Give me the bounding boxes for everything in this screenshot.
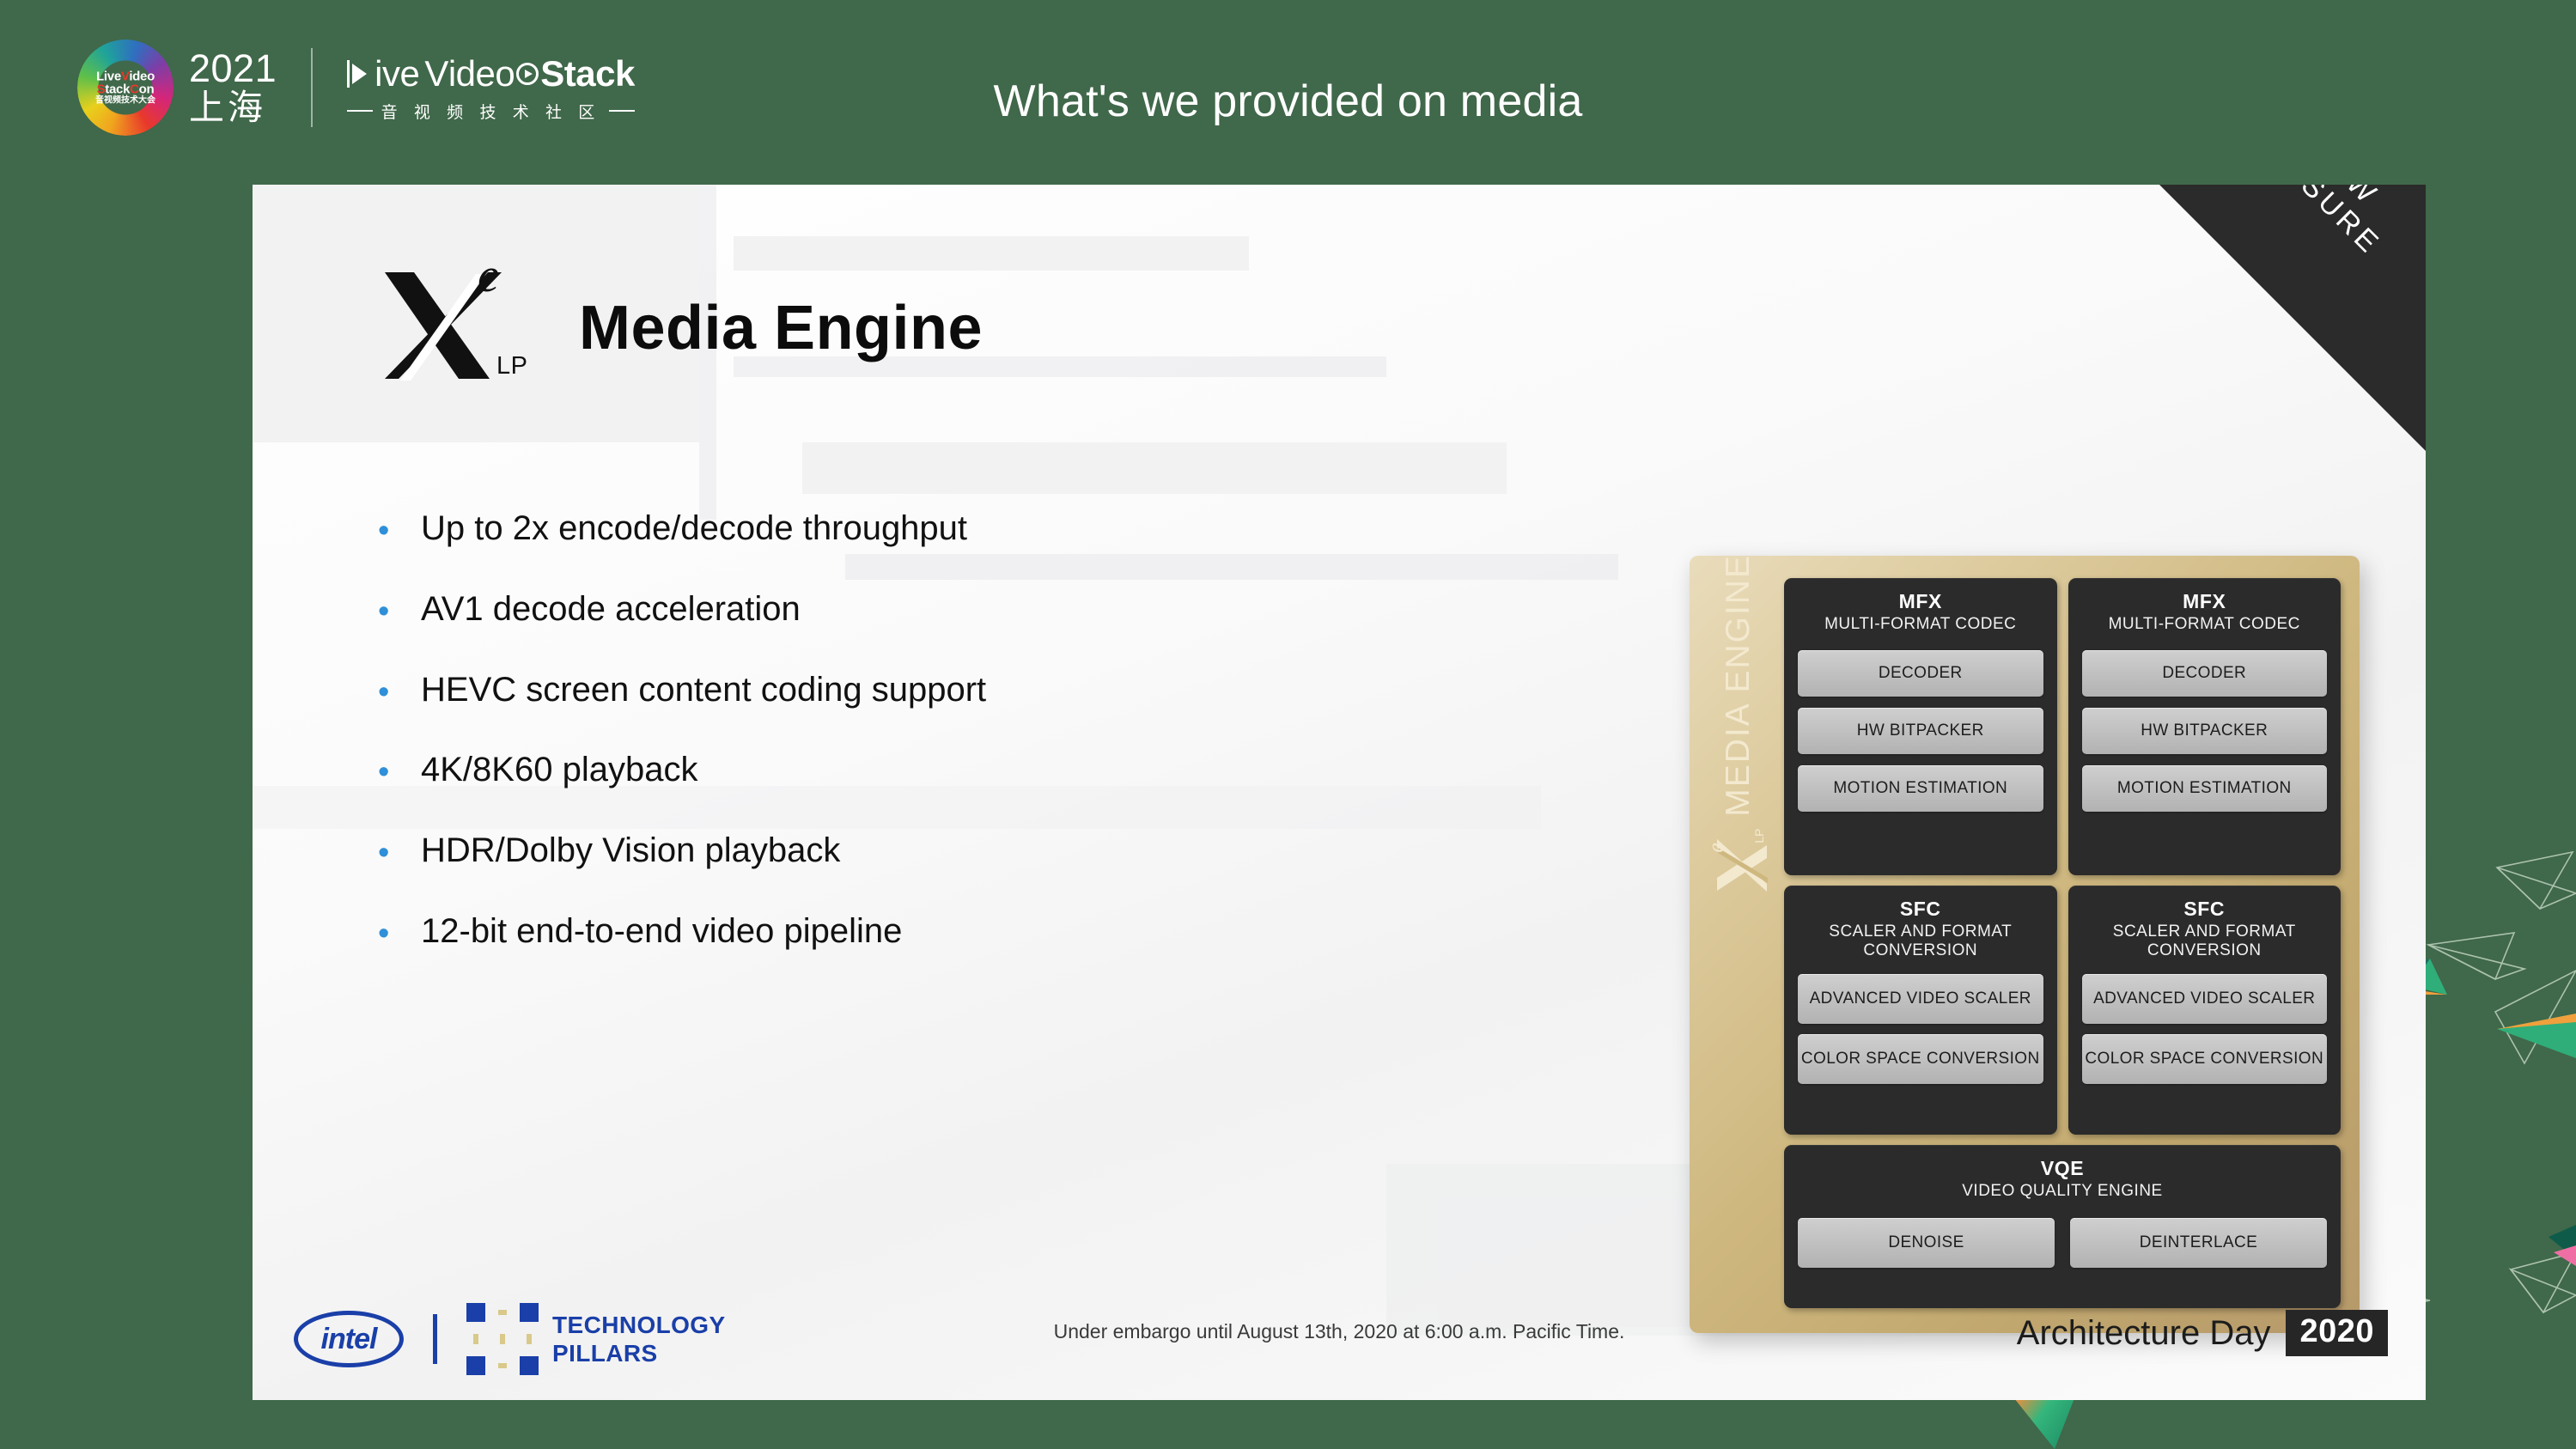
sfc-right-subtitle: SCALER AND FORMAT CONVERSION [2082, 922, 2328, 961]
pillar-square [520, 1303, 539, 1322]
mfx-right-title: MFX [2082, 590, 2328, 613]
media-engine-title: Media Engine [579, 293, 983, 363]
pillar-square [520, 1356, 539, 1375]
pillar-connector [498, 1310, 507, 1315]
mfx-right-unit-motion-estimation: MOTION ESTIMATION [2082, 765, 2328, 812]
chip-blocks-container: MFX MULTI-FORMAT CODEC DECODER HW BITPAC… [1784, 578, 2341, 1310]
vqe-subtitle: VIDEO QUALITY ENGINE [1798, 1182, 2327, 1201]
sfc-block-right: SFC SCALER AND FORMAT CONVERSION ADVANCE… [2068, 886, 2342, 1135]
sfc-left-subtitle: SCALER AND FORMAT CONVERSION [1798, 922, 2043, 961]
architecture-day-badge: Architecture Day 2020 [2017, 1310, 2388, 1356]
sfc-block-left: SFC SCALER AND FORMAT CONVERSION ADVANCE… [1784, 886, 2057, 1135]
vqe-unit-deinterlace: DEINTERLACE [2070, 1218, 2327, 1268]
slide-canvas: NEW DISCLOSURE e LP Media Engine • [253, 185, 2426, 1400]
sfc-left-unit-advanced-video-scaler: ADVANCED VIDEO SCALER [1798, 974, 2043, 1024]
mfx-right-subtitle: MULTI-FORMAT CODEC [2082, 615, 2328, 634]
mfx-block-row: MFX MULTI-FORMAT CODEC DECODER HW BITPAC… [1784, 578, 2341, 875]
bullet-text: 4K/8K60 playback [421, 751, 697, 789]
list-item: • 4K/8K60 playback [378, 751, 1512, 789]
xe-superscript-e: e [478, 248, 499, 303]
bullet-dot-icon: • [378, 831, 421, 869]
bullet-text: HEVC screen content coding support [421, 671, 986, 709]
chip-rail-label: MEDIA ENGINE [1720, 554, 1757, 817]
presentation-stage: LiveVideo StackCon 音视频技术大会 2021 上海 iveVi… [0, 0, 2576, 1449]
pillar-square [466, 1356, 485, 1375]
header-bar: LiveVideo StackCon 音视频技术大会 2021 上海 iveVi… [0, 0, 2576, 185]
mfx-left-unit-hw-bitpacker: HW BITPACKER [1798, 708, 2043, 754]
xe-lp-logo-icon: e LP [380, 253, 533, 382]
mfx-left-subtitle: MULTI-FORMAT CODEC [1798, 615, 2043, 634]
mfx-block-left: MFX MULTI-FORMAT CODEC DECODER HW BITPAC… [1784, 578, 2057, 875]
feature-bullet-list: • Up to 2x encode/decode throughput • AV… [378, 509, 1512, 993]
mfx-left-title: MFX [1798, 590, 2043, 613]
list-item: • 12-bit end-to-end video pipeline [378, 912, 1512, 951]
sfc-right-unit-color-space-conversion: COLOR SPACE CONVERSION [2082, 1034, 2328, 1084]
mfx-left-unit-decoder: DECODER [1798, 650, 2043, 697]
new-disclosure-ribbon: NEW DISCLOSURE [2159, 185, 2426, 451]
list-item: • Up to 2x encode/decode throughput [378, 509, 1512, 548]
mfx-block-right: MFX MULTI-FORMAT CODEC DECODER HW BITPAC… [2068, 578, 2342, 875]
slide-footer: intel TECHNOLOGY PILLARS Under embargo u… [253, 1284, 2426, 1400]
sfc-left-title: SFC [1798, 898, 2043, 921]
bullet-dot-icon: • [378, 751, 421, 788]
sfc-right-title: SFC [2082, 898, 2328, 921]
pillar-connector [498, 1363, 507, 1368]
architecture-day-year: 2020 [2286, 1310, 2388, 1356]
page-title: What's we provided on media [0, 76, 2576, 127]
bullet-text: Up to 2x encode/decode throughput [421, 509, 967, 548]
bullet-text: 12-bit end-to-end video pipeline [421, 912, 902, 951]
media-engine-heading-group: e LP Media Engine [380, 253, 983, 382]
list-item: • HEVC screen content coding support [378, 671, 1512, 709]
architecture-day-label: Architecture Day [2017, 1314, 2271, 1353]
sfc-right-unit-advanced-video-scaler: ADVANCED VIDEO SCALER [2082, 974, 2328, 1024]
list-item: • AV1 decode acceleration [378, 590, 1512, 629]
xe-subscript-lp: LP [496, 352, 527, 381]
bullet-dot-icon: • [378, 590, 421, 628]
bullet-text: AV1 decode acceleration [421, 590, 801, 629]
list-item: • HDR/Dolby Vision playback [378, 831, 1512, 870]
vqe-title: VQE [1798, 1157, 2327, 1180]
bullet-dot-icon: • [378, 509, 421, 547]
media-engine-chip-diagram: e LP MEDIA ENGINE MFX MULTI-FORMAT CODEC… [1690, 556, 2360, 1333]
rail-subscript-lp: LP [1752, 829, 1766, 843]
vqe-unit-denoise: DENOISE [1798, 1218, 2055, 1268]
bullet-text: HDR/Dolby Vision playback [421, 831, 840, 870]
bullet-dot-icon: • [378, 912, 421, 950]
mfx-left-unit-motion-estimation: MOTION ESTIMATION [1798, 765, 2043, 812]
rail-xe-lp-logo-icon: e LP [1708, 829, 1769, 892]
rail-superscript-e: e [1703, 843, 1729, 853]
sfc-left-unit-color-space-conversion: COLOR SPACE CONVERSION [1798, 1034, 2043, 1084]
sfc-block-row: SFC SCALER AND FORMAT CONVERSION ADVANCE… [1784, 886, 2341, 1135]
bullet-dot-icon: • [378, 671, 421, 709]
chip-side-rail: e LP MEDIA ENGINE [1690, 556, 1784, 1333]
background-shape [802, 442, 1507, 494]
mfx-right-unit-hw-bitpacker: HW BITPACKER [2082, 708, 2328, 754]
mfx-right-unit-decoder: DECODER [2082, 650, 2328, 697]
pillar-square [466, 1303, 485, 1322]
